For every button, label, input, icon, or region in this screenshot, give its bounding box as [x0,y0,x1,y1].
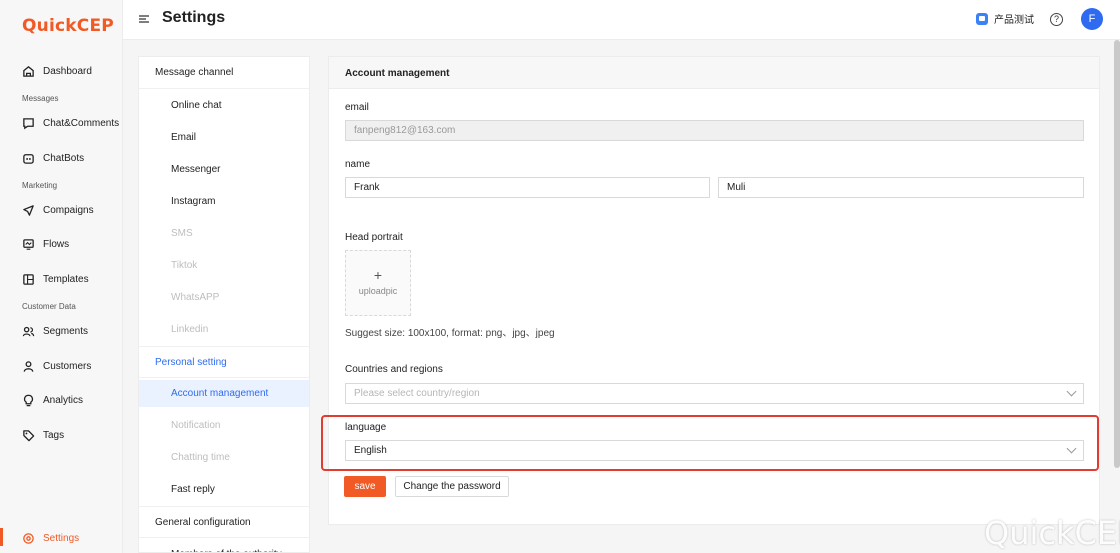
head-portrait-label: Head portrait [345,232,403,243]
menu-item-online-chat[interactable]: Online chat [139,92,309,119]
upload-portrait-button[interactable]: + uploadpic [345,250,411,316]
chat-icon [23,117,34,129]
sidebar-item-label: Tags [43,429,65,441]
logo-cep: CEP [76,16,114,36]
menu-section-personal-setting[interactable]: Personal setting [139,346,309,378]
email-label: email [345,102,369,113]
sidebar-item-label: Chat&Comments [43,117,120,129]
menu-toggle-icon[interactable] [138,13,150,25]
quickcep-logo[interactable]: QuickCEP [22,16,114,36]
menu-item-notification: Notification [171,420,221,431]
sidebar-item-label: Flows [43,238,70,250]
panel-title: Account management [345,68,450,79]
menu-item-account-management[interactable]: Account management [139,380,309,407]
sidebar-item-label: Customers [43,360,92,372]
org-switcher[interactable]: 产品测试 [976,11,1034,26]
bot-icon [23,153,34,164]
language-highlight-box [321,415,1099,471]
menu-section-general-configuration[interactable]: General configuration [139,506,309,538]
nav-group-customer-data: Customer Data [22,302,76,311]
sidebar-item-flows[interactable]: Flows [22,235,69,253]
sidebar-item-label: Templates [43,273,89,285]
menu-item-members-authority[interactable]: Members of the authority [139,541,309,552]
sidebar-item-label: Segments [43,325,89,337]
first-name-field[interactable]: Frank [345,177,710,198]
country-select[interactable]: Please select country/region [345,383,1084,404]
menu-section-message-channel[interactable]: Message channel [139,57,309,89]
save-button[interactable]: save [344,476,386,497]
menu-item-whatsapp: WhatsAPP [171,292,220,303]
org-name: 产品测试 [994,15,1034,26]
home-icon [23,65,34,77]
menu-item-fast-reply[interactable]: Fast reply [139,476,309,503]
sidebar-item-analytics[interactable]: Analytics [22,391,83,409]
menu-item-messenger[interactable]: Messenger [139,156,309,183]
sidebar-item-segments[interactable]: Segments [22,322,88,340]
sidebar-item-label: Dashboard [43,65,92,77]
upload-label: uploadpic [358,286,398,296]
sidebar-item-chat-comments[interactable]: Chat&Comments [22,114,119,132]
sidebar: QuickCEP Dashboard Messages Chat&Comment… [0,0,123,553]
menu-item-email[interactable]: Email [139,124,309,151]
country-label: Countries and regions [345,364,443,375]
sidebar-item-label: Compaigns [43,204,94,216]
top-header: Settings 产品测试 ? F [123,0,1120,40]
portrait-hint: Suggest size: 100x100, format: png、jpg、j… [345,328,555,339]
org-icon [976,12,988,25]
sidebar-item-settings[interactable]: Settings [22,529,79,547]
nav-group-marketing: Marketing [22,181,58,190]
avatar[interactable]: F [1081,8,1103,30]
active-indicator [0,528,3,546]
page-scrollbar[interactable] [1114,40,1120,468]
menu-item-sms: SMS [171,228,193,239]
flow-icon [23,238,34,250]
send-icon [23,204,34,216]
logo-uick: uick [36,16,77,36]
sidebar-item-label: Settings [43,532,80,544]
help-icon[interactable]: ? [1050,13,1063,26]
template-icon [23,273,34,285]
bulb-icon [23,394,34,406]
settings-icon [23,532,34,544]
chevron-down-icon [1066,386,1077,397]
settings-menu: Message channel Online chat Email Messen… [138,56,310,553]
sidebar-item-customers[interactable]: Customers [22,357,91,375]
menu-item-linkedin: Linkedin [171,324,209,335]
last-name-field[interactable]: Muli [718,177,1084,198]
plus-icon: + [373,267,383,283]
sidebar-item-tags[interactable]: Tags [22,426,64,444]
page-title: Settings [162,9,226,26]
menu-item-tiktok: Tiktok [171,260,198,271]
user-icon [23,360,34,372]
sidebar-item-compaigns[interactable]: Compaigns [22,201,94,219]
change-password-button[interactable]: Change the password [395,476,509,497]
users-icon [22,326,35,336]
sidebar-item-label: ChatBots [43,152,85,164]
menu-item-chatting-time: Chatting time [171,452,230,463]
name-label: name [345,159,371,170]
panel-header: Account management [329,57,1099,89]
nav-group-messages: Messages [22,94,59,103]
logo-q: Q [22,16,37,36]
sidebar-item-dashboard[interactable]: Dashboard [22,62,92,80]
sidebar-item-chatbots[interactable]: ChatBots [22,149,84,167]
menu-item-instagram[interactable]: Instagram [139,188,309,215]
watermark: QuickCEP [984,514,1120,552]
country-placeholder: Please select country/region [354,388,480,399]
sidebar-item-templates[interactable]: Templates [22,270,89,288]
email-field: fanpeng812@163.com [345,120,1084,141]
tag-icon [23,429,35,441]
sidebar-item-label: Analytics [43,394,84,406]
